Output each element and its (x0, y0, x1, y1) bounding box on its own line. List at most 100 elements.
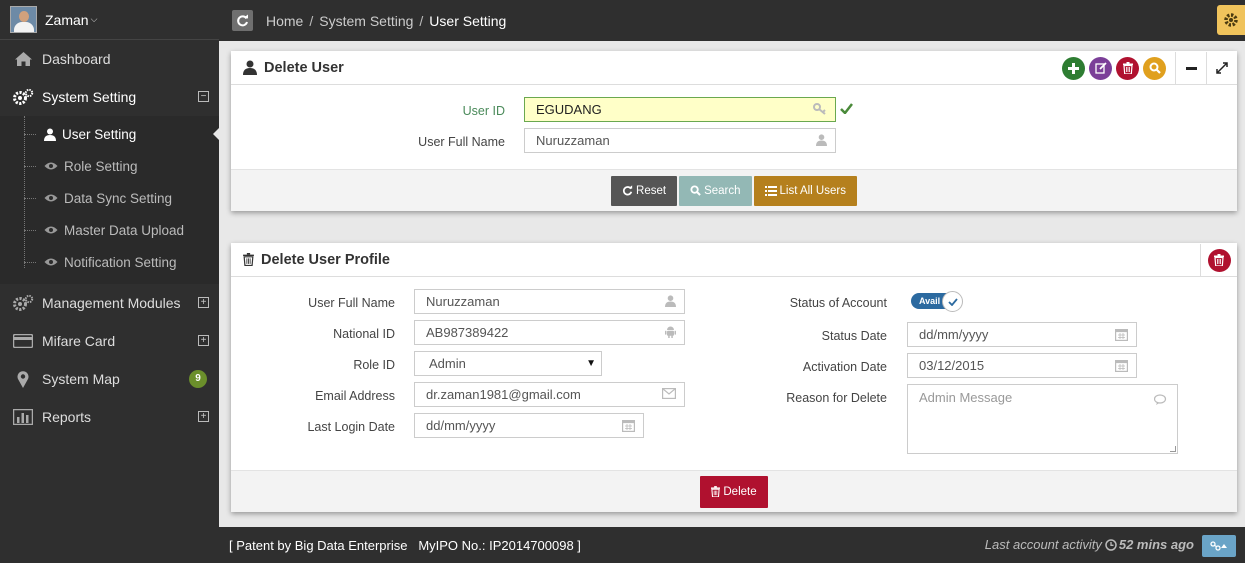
expand-icon[interactable]: + (198, 411, 209, 422)
minus-icon (1185, 66, 1197, 70)
user-menu[interactable]: Zaman ⌵ (0, 0, 219, 40)
sidebar-item-role-setting[interactable]: Role Setting (0, 150, 219, 182)
profile-full-name-input[interactable]: Nuruzzaman (414, 289, 685, 314)
expand-icon[interactable]: + (198, 297, 209, 308)
sidebar-item-master-data-upload[interactable]: Master Data Upload (0, 214, 219, 246)
list-label: List All Users (779, 184, 846, 197)
last-login-label: Last Login Date (307, 420, 395, 434)
sidebar-item-label: User Setting (62, 126, 137, 142)
full-name-value: Nuruzzaman (536, 133, 610, 148)
user-icon (665, 295, 676, 307)
user-id-label: User ID (462, 104, 505, 118)
fullscreen-button[interactable] (1207, 52, 1237, 85)
email-input[interactable]: dr.zaman1981@gmail.com (414, 382, 685, 407)
add-button[interactable] (1062, 56, 1085, 80)
sidebar-item-label: System Map (42, 371, 120, 387)
resize-handle[interactable] (1170, 446, 1176, 452)
sidebar-item-dashboard[interactable]: Dashboard (0, 40, 219, 78)
email-label: Email Address (315, 389, 395, 403)
status-date-placeholder: dd/mm/yyyy (919, 327, 989, 342)
reset-button[interactable]: Reset (611, 175, 678, 206)
plus-icon (1068, 62, 1079, 74)
status-date-input[interactable]: dd/mm/yyyy (907, 322, 1137, 347)
calendar-icon (622, 419, 635, 432)
reason-placeholder: Admin Message (919, 390, 1013, 405)
trash-icon (243, 253, 254, 266)
activity-label: Last account activity (984, 537, 1102, 552)
search-button[interactable] (1143, 56, 1166, 80)
user-icon (816, 134, 827, 146)
delete-submit-button[interactable]: Delete (700, 475, 768, 508)
trash-icon (1122, 62, 1133, 74)
edit-button[interactable] (1089, 56, 1112, 80)
status-toggle[interactable]: Avail (911, 291, 965, 312)
gears-icon (12, 293, 34, 313)
sidebar-item-user-setting[interactable]: User Setting (0, 118, 220, 150)
role-id-value: Admin (429, 356, 466, 371)
breadcrumb-current: User Setting (429, 12, 507, 29)
full-name-input[interactable]: Nuruzzaman (524, 128, 836, 153)
key-icon (813, 103, 827, 115)
sidebar-item-notification-setting[interactable]: Notification Setting (0, 246, 219, 278)
panel-toolbar (1062, 51, 1237, 85)
status-date-label: Status Date (821, 329, 887, 343)
sidebar-item-label: Master Data Upload (64, 222, 185, 238)
sidebar-item-data-sync-setting[interactable]: Data Sync Setting (0, 182, 219, 214)
breadcrumb-section[interactable]: System Setting (319, 13, 413, 29)
refresh-icon (623, 185, 633, 196)
panel-title: Delete User Profile (261, 251, 390, 268)
comments-icon (1154, 394, 1169, 406)
envelope-icon (662, 388, 676, 399)
sidebar-item-system-map[interactable]: System Map 9 (0, 360, 219, 398)
delete-profile-button[interactable] (1207, 248, 1231, 272)
user-id-value: EGUDANG (536, 102, 602, 117)
sidebar-item-reports[interactable]: Reports + (0, 398, 219, 436)
minimize-button[interactable] (1176, 52, 1206, 85)
panel-header: Delete User (231, 51, 1237, 85)
dropdown-arrow-icon: ▼ (586, 358, 596, 369)
sidebar-item-management-modules[interactable]: Management Modules + (0, 284, 219, 322)
collapse-icon[interactable]: − (198, 91, 209, 102)
list-all-users-button[interactable]: List All Users (753, 175, 857, 206)
refresh-icon (237, 14, 248, 27)
check-icon (840, 103, 853, 114)
sidebar-item-label: Mifare Card (42, 333, 116, 349)
calendar-icon (1115, 328, 1128, 341)
eye-icon (44, 257, 58, 267)
delete-button[interactable] (1116, 56, 1139, 80)
search-submit-button[interactable]: Search (679, 175, 752, 206)
sidebar-item-label: Management Modules (42, 295, 181, 311)
user-name: Zaman (45, 11, 89, 28)
national-id-label: National ID (333, 327, 395, 341)
android-icon (665, 326, 676, 338)
reset-label: Reset (636, 184, 667, 197)
breadcrumb-home[interactable]: Home (266, 13, 303, 29)
trash-icon (1214, 254, 1224, 266)
notification-badge: 9 (189, 370, 207, 388)
settings-button[interactable] (1217, 5, 1245, 35)
reason-textarea[interactable]: Admin Message (907, 384, 1178, 454)
clock-icon (1105, 538, 1117, 551)
panel-header: Delete User Profile (231, 243, 1237, 277)
footer: [ Patent by Big Data Enterprise MyIPO No… (219, 527, 1245, 563)
sidebar-item-system-setting[interactable]: System Setting − (0, 78, 219, 116)
email-value: dr.zaman1981@gmail.com (426, 387, 581, 402)
sidebar-item-label: Notification Setting (64, 254, 177, 270)
last-login-placeholder: dd/mm/yyyy (426, 418, 496, 433)
refresh-button[interactable] (232, 10, 253, 31)
user-id-input[interactable]: EGUDANG (524, 97, 836, 122)
expand-icon[interactable]: + (198, 335, 209, 346)
role-id-select[interactable]: Admin ▼ (414, 351, 602, 376)
sidebar-item-mifare-card[interactable]: Mifare Card + (0, 322, 219, 360)
check-icon (947, 297, 958, 306)
last-login-input[interactable]: dd/mm/yyyy (414, 413, 644, 438)
delete-label: Delete (723, 485, 757, 498)
sidebar-item-label: Data Sync Setting (64, 190, 173, 206)
activation-date-input[interactable]: 03/12/2015 (907, 353, 1137, 378)
national-id-input[interactable]: AB987389422 (414, 320, 685, 345)
panel-title: Delete User (264, 59, 344, 76)
user-icon (243, 60, 257, 75)
scroll-top-button[interactable] (1202, 535, 1236, 557)
sidebar-item-label: Role Setting (64, 158, 138, 174)
edit-icon (1094, 62, 1107, 74)
